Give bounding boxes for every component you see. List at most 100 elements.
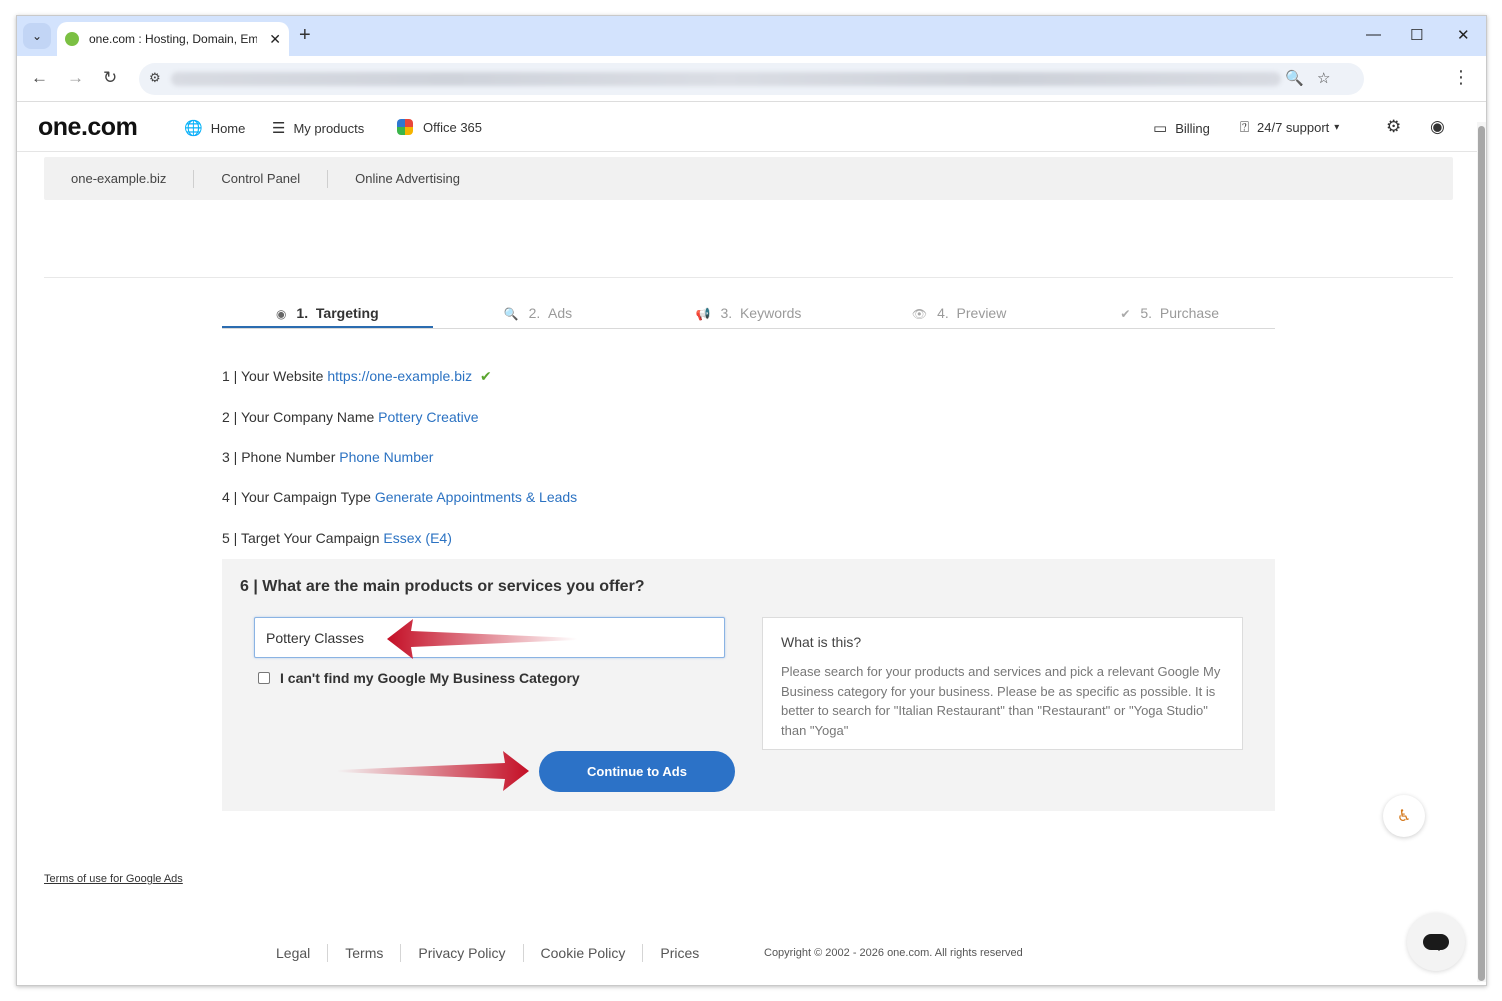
credit-card-icon: ▭ [1153,120,1168,137]
close-window-button[interactable]: ✕ [1457,26,1470,44]
step-label: Purchase [1159,305,1220,321]
chat-bubble-icon [1423,934,1449,951]
site-header: one.com 🌐 Home ☰ My products Office 365 … [17,102,1486,152]
nav-office365[interactable]: Office 365 [397,119,482,135]
url-text-blurred [171,72,1281,86]
widget-icon: ♿ [1396,808,1412,825]
step-number: 5. [1140,305,1153,321]
checkmark-icon: ✔ [479,368,492,384]
row-campaign-type-value[interactable]: Generate Appointments & Leads [375,489,577,505]
zoom-icon[interactable]: 🔍 [1285,69,1304,87]
terms-google-ads-link[interactable]: Terms of use for Google Ads [44,873,183,885]
account-icon[interactable]: ◉ [1430,117,1445,137]
footer-prices[interactable]: Prices [660,945,699,961]
tab-bar: ⌄ one.com : Hosting, Domain, Em ✕ + — ☐ … [17,16,1486,56]
row-company-label: 2 | Your Company Name [222,409,375,425]
row-website: 1 | Your Website https://one-example.biz… [222,368,492,385]
step-number: 2. [528,305,541,321]
panel-title: 6 | What are the main products or servic… [240,578,645,595]
footer-separator [400,944,402,962]
footer-separator [327,944,329,962]
wizard-steps: ◉ 1. Targeting 🔍 2. Ads 📢 3. Keywords 👁 4. P… [222,301,1275,329]
nav-home-label: Home [210,120,246,136]
nav-support-label: 24/7 support [1257,120,1330,135]
row-phone-label: 3 | Phone Number [222,449,336,465]
category-checkbox[interactable] [258,672,270,684]
products-search-input[interactable] [254,617,725,658]
new-tab-button[interactable]: + [299,25,311,45]
minimize-button[interactable]: — [1366,26,1381,43]
back-arrow-icon[interactable]: ← [31,68,48,88]
step-label: Keywords [739,305,802,321]
close-tab-icon[interactable]: ✕ [269,31,281,48]
breadcrumb-online-advertising[interactable]: Online Advertising [355,171,460,186]
site-info-icon[interactable]: ⚙ [149,70,161,86]
chevron-down-icon: ⌄ [31,29,43,43]
nav-billing[interactable]: ▭ Billing [1153,119,1210,137]
step-purchase[interactable]: ✔ 5. Purchase [1064,301,1275,328]
nav-billing-label: Billing [1175,120,1210,136]
step-targeting[interactable]: ◉ 1. Targeting [222,301,433,328]
bookmark-star-icon[interactable]: ☆ [1317,69,1330,87]
breadcrumb-domain[interactable]: one-example.biz [71,171,166,186]
step-label: Preview [956,305,1007,321]
row-campaign-type: 4 | Your Campaign Type Generate Appointm… [222,489,577,505]
category-checkbox-row[interactable]: I can't find my Google My Business Categ… [258,670,580,686]
row-phone: 3 | Phone Number Phone Number [222,449,433,465]
tab-title: one.com : Hosting, Domain, Em [89,32,257,46]
info-box: What is this? Please search for your pro… [762,617,1243,750]
settings-gear-icon[interactable]: ⚙ [1386,117,1401,137]
tab-search-button[interactable]: ⌄ [23,23,51,49]
step-number: 3. [720,305,733,321]
footer-links: Legal Terms Privacy Policy Cookie Policy… [276,944,699,962]
maximize-button[interactable]: ☐ [1410,26,1423,44]
footer-cookie-policy[interactable]: Cookie Policy [541,945,626,961]
step-number: 4. [937,305,949,321]
browser-menu-icon[interactable]: ⋮ [1452,67,1470,88]
info-text: Please search for your products and serv… [781,664,1221,738]
step-keywords[interactable]: 📢 3. Keywords [643,301,854,328]
site-logo[interactable]: one.com [38,113,138,142]
footer-privacy-policy[interactable]: Privacy Policy [418,945,505,961]
row-phone-value[interactable]: Phone Number [339,449,433,465]
forward-arrow-icon[interactable]: → [67,68,84,88]
chat-button[interactable] [1407,913,1465,971]
step-label: Targeting [315,305,379,321]
section-divider [44,277,1453,278]
row-target: 5 | Target Your Campaign Essex (E4) [222,530,452,546]
copyright-text: Copyright © 2002 - 2026 one.com. All rig… [764,947,1023,959]
step-preview[interactable]: 👁 4. Preview [854,301,1065,328]
row-company: 2 | Your Company Name Pottery Creative [222,409,479,425]
target-icon: ◉ [275,307,287,321]
reload-icon[interactable]: ↻ [103,68,117,88]
check-circle-icon: ✔ [1120,307,1131,321]
help-icon: ⍰ [1240,119,1250,136]
browser-toolbar: ← → ↻ ⚙ 🔍 ☆ ⋮ [17,56,1486,102]
nav-home[interactable]: 🌐 Home [184,119,245,137]
footer-terms[interactable]: Terms [345,945,383,961]
footer-legal[interactable]: Legal [276,945,310,961]
nav-support[interactable]: ⍰ 24/7 support ▾ [1240,119,1339,136]
info-title: What is this? [781,634,862,650]
scrollbar-thumb[interactable] [1478,126,1485,981]
row-target-value[interactable]: Essex (E4) [383,530,451,546]
globe-icon: 🌐 [184,120,203,137]
search-icon: 🔍 [503,307,519,321]
office365-icon [397,119,413,135]
browser-tab[interactable]: one.com : Hosting, Domain, Em ✕ [57,22,289,56]
breadcrumb-separator [193,169,195,188]
address-bar[interactable]: ⚙ 🔍 ☆ [139,63,1364,95]
breadcrumb-control-panel[interactable]: Control Panel [221,171,300,186]
accessibility-widget-button[interactable]: ♿ [1383,795,1425,837]
row-company-value[interactable]: Pottery Creative [378,409,478,425]
step-ads[interactable]: 🔍 2. Ads [433,301,644,328]
step-label: Ads [548,305,573,321]
row-website-value[interactable]: https://one-example.biz [327,368,472,384]
row-campaign-type-label: 4 | Your Campaign Type [222,489,371,505]
favicon-icon [65,32,79,46]
nav-my-products[interactable]: ☰ My products [272,119,364,137]
breadcrumb: one-example.biz Control Panel Online Adv… [44,157,1453,200]
continue-to-ads-button[interactable]: Continue to Ads [539,751,735,792]
row-website-label: 1 | Your Website [222,368,324,384]
step-number: 1. [296,305,309,321]
